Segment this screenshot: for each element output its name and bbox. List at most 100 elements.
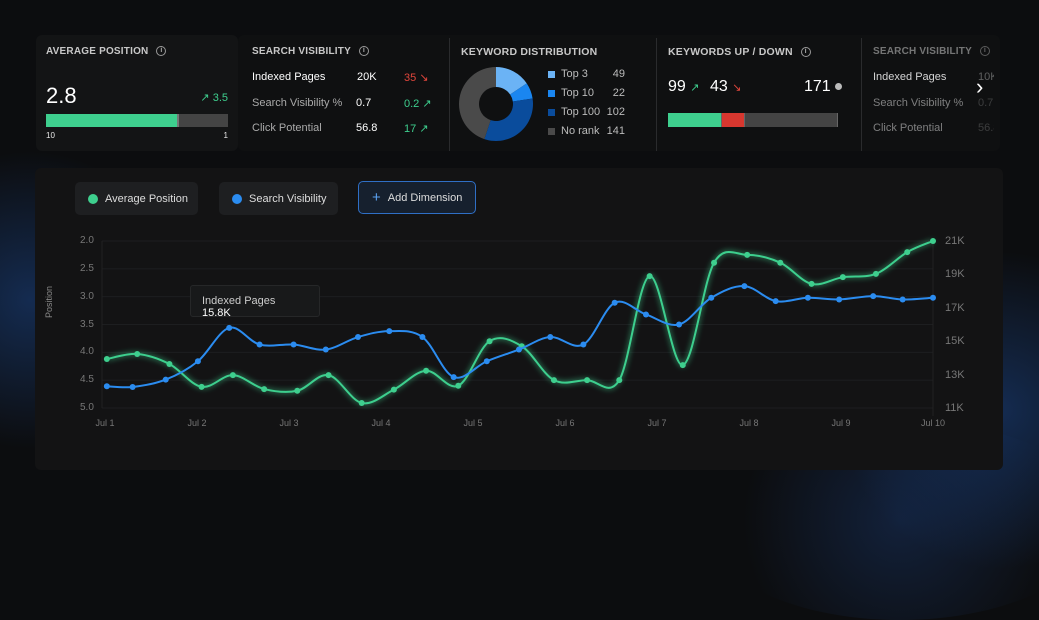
legend-swatch-icon bbox=[548, 128, 555, 135]
data-point[interactable] bbox=[322, 346, 329, 353]
legend-value: 22 bbox=[612, 87, 625, 99]
data-point[interactable] bbox=[450, 374, 457, 381]
data-point[interactable] bbox=[194, 358, 201, 365]
data-point[interactable] bbox=[166, 361, 173, 368]
data-point[interactable] bbox=[616, 377, 623, 384]
data-point[interactable] bbox=[516, 346, 522, 353]
data-point[interactable] bbox=[550, 377, 557, 384]
data-point[interactable] bbox=[777, 259, 784, 266]
arrow-up-right-icon: ↗ bbox=[419, 123, 429, 135]
metric-value: 0.7 bbox=[978, 96, 994, 109]
y-right-tick: 21K bbox=[945, 235, 965, 247]
data-point[interactable] bbox=[103, 383, 110, 390]
data-point[interactable] bbox=[358, 399, 365, 406]
data-point[interactable] bbox=[808, 280, 815, 287]
data-point[interactable] bbox=[708, 294, 715, 301]
data-point[interactable] bbox=[711, 259, 718, 266]
data-point[interactable] bbox=[611, 299, 618, 306]
legend-label: Top 100 bbox=[561, 106, 601, 118]
data-point[interactable] bbox=[261, 386, 268, 393]
data-point[interactable] bbox=[930, 294, 936, 301]
legend-swatch-icon bbox=[548, 71, 555, 78]
y-left-tick: 2.0 bbox=[80, 235, 94, 246]
y-axis-label: Position bbox=[44, 285, 54, 318]
metric-label: Search Visibility % bbox=[252, 96, 343, 109]
x-tick: Jul 8 bbox=[739, 418, 759, 428]
data-point[interactable] bbox=[872, 270, 879, 277]
data-point[interactable] bbox=[294, 387, 301, 394]
metric-label: Indexed Pages bbox=[252, 71, 326, 83]
metric-value: 20K bbox=[357, 71, 377, 83]
data-point[interactable] bbox=[483, 358, 490, 365]
data-point[interactable] bbox=[804, 294, 811, 301]
y-left-tick: 5.0 bbox=[80, 402, 94, 413]
x-tick: Jul 6 bbox=[555, 418, 575, 428]
metric-label: Search Visibility % bbox=[873, 96, 964, 109]
data-point[interactable] bbox=[676, 321, 683, 328]
data-point[interactable] bbox=[930, 238, 936, 244]
metric-value: 10K bbox=[978, 71, 994, 83]
data-point[interactable] bbox=[390, 386, 397, 393]
data-point[interactable] bbox=[455, 382, 462, 389]
data-point[interactable] bbox=[744, 251, 751, 258]
y-left-tick: 4.5 bbox=[80, 374, 94, 386]
data-point[interactable] bbox=[290, 341, 297, 348]
metric-label: Click Potential bbox=[252, 122, 322, 134]
data-point[interactable] bbox=[899, 296, 906, 303]
data-point[interactable] bbox=[229, 372, 236, 379]
data-point[interactable] bbox=[836, 296, 843, 303]
y-right-tick: 19K bbox=[945, 268, 965, 281]
x-tick: Jul 4 bbox=[371, 418, 391, 428]
metric-change: 17 ↗ bbox=[404, 123, 429, 135]
data-point[interactable] bbox=[772, 298, 779, 305]
data-point[interactable] bbox=[646, 273, 653, 280]
data-point[interactable] bbox=[129, 383, 136, 390]
y-left-tick: 3.0 bbox=[80, 290, 94, 302]
y-left-tick: 2.5 bbox=[80, 262, 94, 274]
metric-label: Indexed Pages bbox=[873, 71, 947, 83]
data-point[interactable] bbox=[642, 311, 649, 318]
y-right-tick: 13K bbox=[945, 368, 965, 381]
data-point[interactable] bbox=[386, 328, 393, 335]
data-point[interactable] bbox=[741, 283, 748, 290]
legend-label: Top 10 bbox=[561, 87, 595, 99]
data-point[interactable] bbox=[256, 341, 263, 348]
data-point[interactable] bbox=[486, 338, 493, 345]
legend-swatch-icon bbox=[548, 109, 555, 116]
x-tick: Jul 9 bbox=[831, 418, 851, 428]
arrow-up-right-icon: ↗ bbox=[422, 97, 432, 110]
data-point[interactable] bbox=[226, 324, 233, 331]
data-point[interactable] bbox=[870, 293, 877, 300]
data-point[interactable] bbox=[162, 376, 169, 383]
data-point[interactable] bbox=[134, 351, 141, 358]
data-point[interactable] bbox=[198, 383, 205, 390]
data-point[interactable] bbox=[423, 367, 430, 374]
metric-value: 0.7 bbox=[356, 96, 372, 109]
metric-change: 35 ↘ bbox=[404, 72, 429, 84]
y-right-tick: 15K bbox=[945, 335, 965, 348]
data-point[interactable] bbox=[839, 274, 846, 281]
y-right-tick: 17K bbox=[945, 301, 965, 314]
metric-value: 56.8 bbox=[978, 122, 994, 134]
tooltip: Indexed Pages 15.8K bbox=[190, 285, 320, 319]
data-point[interactable] bbox=[103, 356, 110, 363]
x-tick: Jul 3 bbox=[279, 418, 299, 428]
data-point[interactable] bbox=[580, 341, 587, 348]
data-point[interactable] bbox=[547, 334, 554, 341]
data-point[interactable] bbox=[419, 334, 426, 341]
arrow-down-right-icon: ↘ bbox=[419, 72, 429, 84]
data-point[interactable] bbox=[355, 334, 361, 341]
data-point[interactable] bbox=[904, 249, 911, 256]
y-left-tick: 3.5 bbox=[80, 318, 94, 330]
data-point[interactable] bbox=[584, 377, 591, 384]
x-tick: Jul 7 bbox=[647, 418, 667, 428]
data-point[interactable] bbox=[325, 372, 332, 379]
x-tick: Jul 5 bbox=[463, 418, 483, 428]
series-line bbox=[106, 240, 934, 405]
metric-value: 56.8 bbox=[356, 122, 378, 134]
legend-value: 102 bbox=[606, 106, 625, 118]
y-left-tick: 4.0 bbox=[80, 346, 94, 358]
metric-label: Click Potential bbox=[873, 122, 943, 134]
legend-value: 49 bbox=[612, 68, 625, 80]
data-point[interactable] bbox=[679, 362, 686, 369]
